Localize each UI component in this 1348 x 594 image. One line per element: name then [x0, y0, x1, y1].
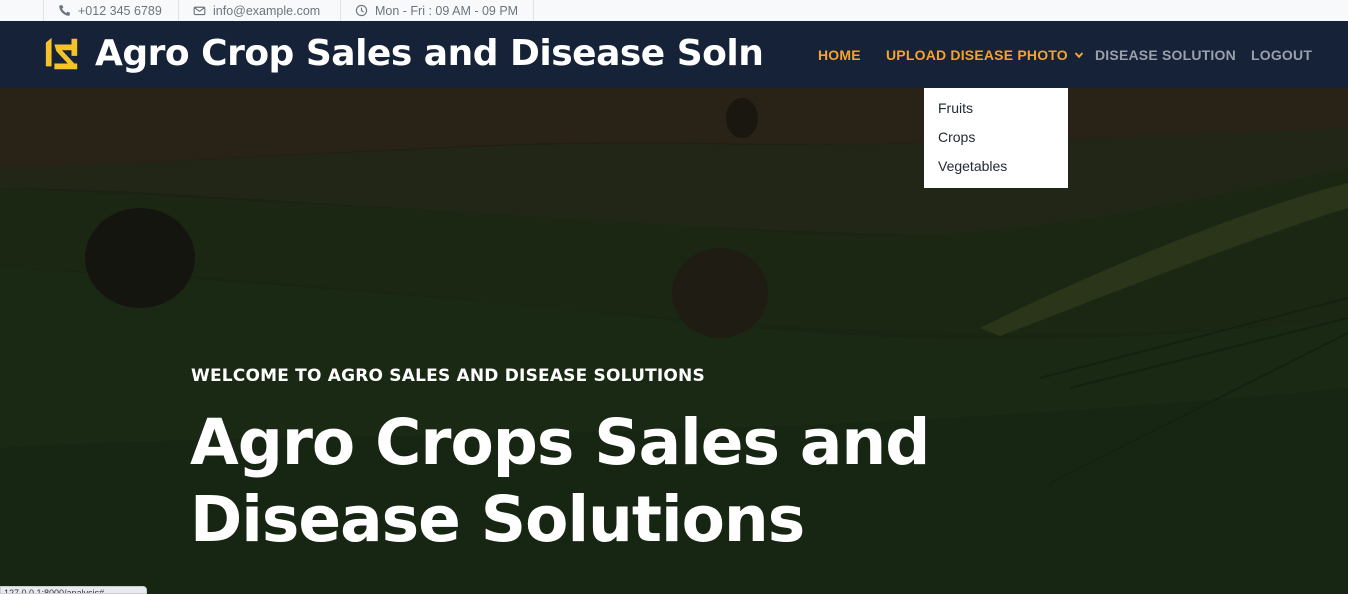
contact-email: info@example.com	[178, 0, 340, 21]
phone-text: +012 345 6789	[78, 3, 162, 18]
nav-home-label: HOME	[818, 46, 861, 63]
dropdown-item-vegetables[interactable]: Vegetables	[924, 156, 1068, 185]
nav-disease-solution-label: DISEASE SOLUTION	[1095, 46, 1236, 63]
brand-title: Agro Crop Sales and Disease Soln	[95, 33, 764, 74]
top-info-bar: +012 345 6789 info@example.com Mon - Fri…	[0, 0, 1348, 21]
envelope-icon	[193, 6, 206, 16]
nav-upload-disease-photo[interactable]: UPLOAD DISEASE PHOTO	[886, 21, 1084, 88]
hero-headline-line2: Disease Solutions	[190, 483, 805, 556]
dropdown-item-crops[interactable]: Crops	[924, 127, 1068, 156]
hours-text: Mon - Fri : 09 AM - 09 PM	[375, 3, 519, 18]
nav-disease-solution[interactable]: DISEASE SOLUTION	[1095, 21, 1236, 88]
nav-home[interactable]: HOME	[818, 21, 861, 88]
chevron-down-icon	[1074, 51, 1084, 58]
clock-icon	[355, 4, 368, 17]
phone-icon	[59, 5, 70, 16]
hero-headline-line1: Agro Crops Sales and	[190, 406, 930, 479]
nav-upload-label: UPLOAD DISEASE PHOTO	[886, 46, 1068, 63]
dropdown-item-fruits[interactable]: Fruits	[924, 98, 1068, 127]
nav-logout[interactable]: LOGOUT	[1251, 21, 1312, 88]
browser-status-url: 127.0.0.1:8000/analysis#	[0, 586, 147, 594]
nav-logout-label: LOGOUT	[1251, 46, 1313, 63]
main-navbar: Agro Crop Sales and Disease Soln HOME UP…	[0, 21, 1348, 88]
hero-section: WELCOME TO AGRO SALES AND DISEASE SOLUTI…	[0, 88, 1348, 594]
email-text: info@example.com	[213, 3, 321, 18]
hero-eyebrow: WELCOME TO AGRO SALES AND DISEASE SOLUTI…	[191, 366, 705, 386]
brand-link[interactable]: Agro Crop Sales and Disease Soln	[43, 33, 764, 74]
upload-dropdown-menu: Fruits Crops Vegetables	[924, 88, 1068, 188]
contact-phone: +012 345 6789	[43, 0, 178, 21]
business-hours: Mon - Fri : 09 AM - 09 PM	[340, 0, 534, 21]
brand-logo-icon	[45, 37, 78, 69]
hero-headline: Agro Crops Sales and Disease Solutions	[190, 404, 950, 558]
